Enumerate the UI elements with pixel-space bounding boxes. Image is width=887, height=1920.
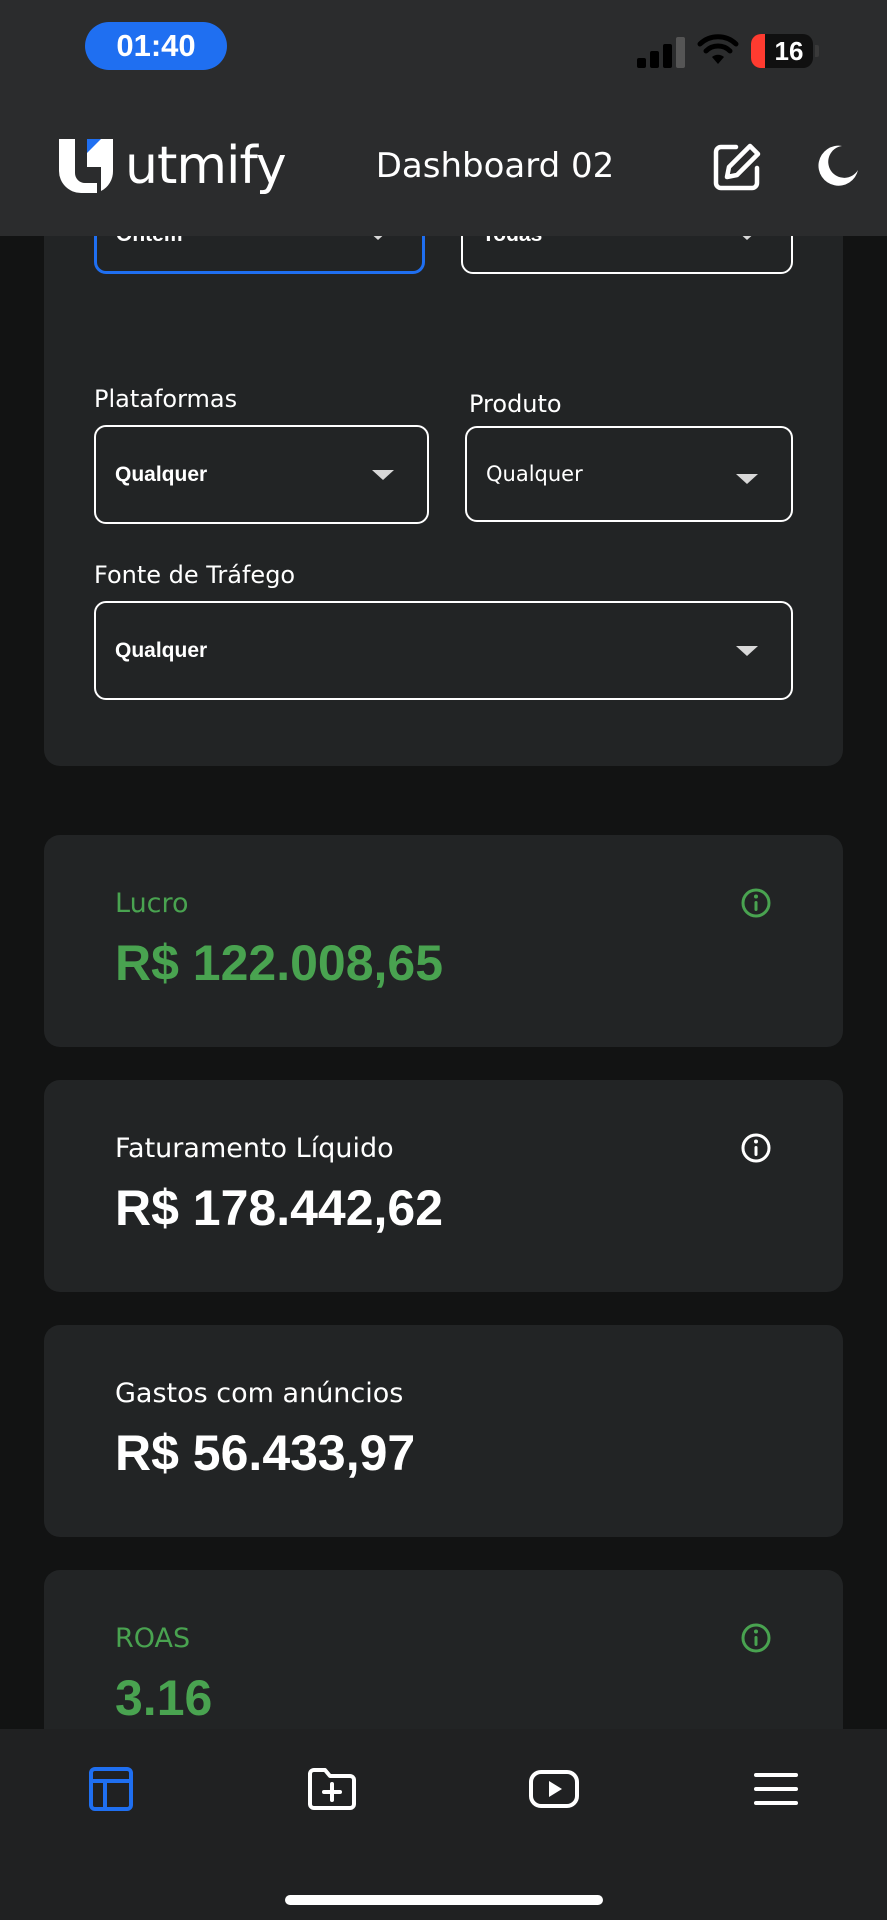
battery-tip bbox=[815, 45, 819, 57]
metric-label: ROAS bbox=[115, 1623, 191, 1654]
video-play-icon bbox=[529, 1770, 579, 1808]
metric-label: Gastos com anúncios bbox=[115, 1378, 404, 1409]
chevron-down-icon bbox=[736, 474, 758, 484]
screen: 01:40 16 utmify Dashboard 02 Plataformas… bbox=[0, 0, 887, 1920]
product-select[interactable]: Qualquer bbox=[465, 426, 793, 522]
chevron-down-icon bbox=[736, 645, 758, 656]
metric-value: 3.16 bbox=[115, 1670, 213, 1726]
traffic-source-select[interactable]: Qualquer bbox=[94, 601, 793, 700]
metric-label: Faturamento Líquido bbox=[115, 1133, 394, 1164]
brand-name: utmify bbox=[125, 136, 287, 196]
wifi-icon bbox=[697, 34, 739, 64]
traffic-source-select-value: Qualquer bbox=[115, 638, 208, 662]
nav-videos[interactable] bbox=[524, 1759, 584, 1819]
app-header: utmify Dashboard 02 bbox=[0, 96, 887, 236]
nav-dashboard[interactable] bbox=[81, 1759, 141, 1819]
cellular-signal-icon bbox=[637, 36, 685, 68]
battery-fill bbox=[751, 34, 765, 68]
nav-menu[interactable] bbox=[746, 1759, 806, 1819]
platforms-select-value: Qualquer bbox=[115, 462, 208, 486]
chevron-down-icon bbox=[372, 469, 394, 480]
dashboard-icon bbox=[89, 1767, 133, 1811]
platforms-select[interactable]: Qualquer bbox=[94, 425, 429, 524]
platforms-label: Plataformas bbox=[94, 385, 238, 413]
utmify-logo-icon bbox=[59, 139, 114, 193]
metric-value: R$ 178.442,62 bbox=[115, 1180, 444, 1236]
metric-card-lucro: Lucro R$ 122.008,65 bbox=[44, 835, 843, 1047]
metric-label: Lucro bbox=[115, 888, 189, 919]
nav-projects[interactable] bbox=[302, 1759, 362, 1819]
status-time[interactable]: 01:40 bbox=[85, 22, 227, 70]
product-select-value: Qualquer bbox=[486, 462, 583, 486]
info-icon[interactable] bbox=[740, 1132, 772, 1164]
bottom-nav bbox=[0, 1729, 887, 1920]
menu-icon bbox=[754, 1773, 798, 1805]
traffic-source-label: Fonte de Tráfego bbox=[94, 561, 296, 589]
battery-level: 16 bbox=[774, 36, 804, 66]
battery-icon: 16 bbox=[751, 34, 813, 68]
brand-logo[interactable]: utmify bbox=[57, 136, 287, 196]
moon-icon[interactable] bbox=[812, 140, 862, 190]
metric-card-faturamento: Faturamento Líquido R$ 178.442,62 bbox=[44, 1080, 843, 1292]
metric-value: R$ 56.433,97 bbox=[115, 1425, 416, 1481]
product-label: Produto bbox=[469, 390, 562, 418]
folder-add-icon bbox=[308, 1768, 356, 1810]
info-icon[interactable] bbox=[740, 1622, 772, 1654]
info-icon[interactable] bbox=[740, 887, 772, 919]
home-indicator[interactable] bbox=[285, 1895, 603, 1905]
metric-value: R$ 122.008,65 bbox=[115, 935, 444, 991]
status-bar: 01:40 16 bbox=[0, 0, 887, 96]
edit-icon[interactable] bbox=[712, 142, 762, 192]
metric-card-gastos: Gastos com anúncios R$ 56.433,97 bbox=[44, 1325, 843, 1537]
page-title: Dashboard 02 bbox=[375, 146, 615, 186]
